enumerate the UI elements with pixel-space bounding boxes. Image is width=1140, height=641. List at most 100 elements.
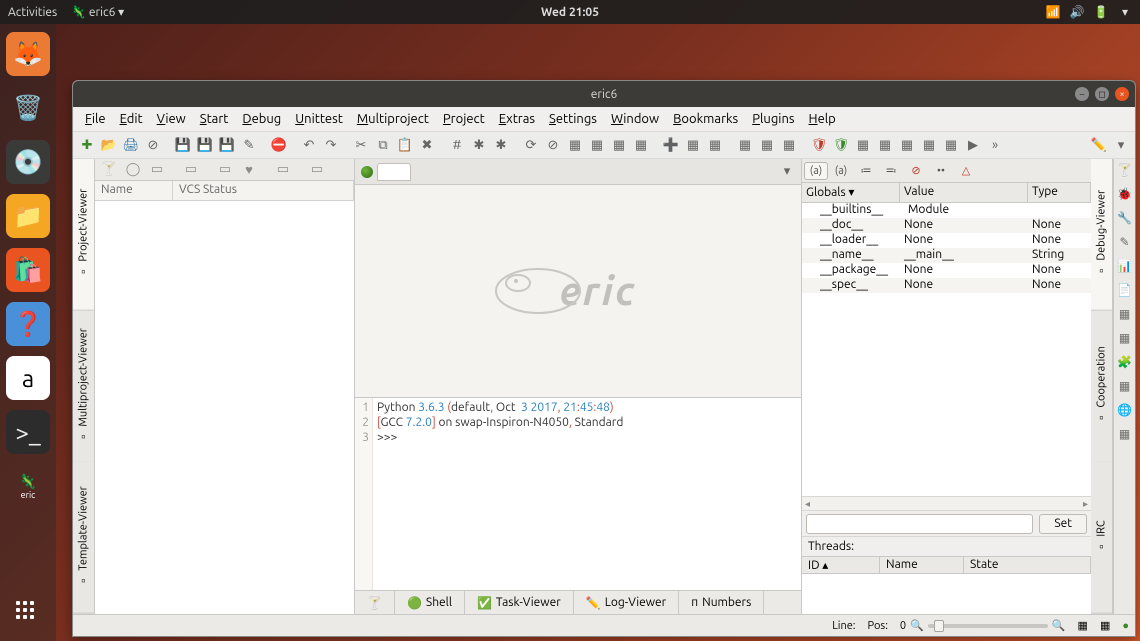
volume-icon[interactable]: 🔊 bbox=[1070, 5, 1084, 19]
zoom-control[interactable]: 0 🔍 🔍 bbox=[900, 619, 1066, 632]
dock-software[interactable]: 🛍️ bbox=[6, 248, 50, 292]
close-file-icon[interactable]: ⊘ bbox=[143, 135, 163, 155]
menu-multiproject[interactable]: Multiproject bbox=[351, 110, 435, 128]
var-row[interactable]: __loader__NoneNone bbox=[802, 233, 1091, 248]
threads-table[interactable] bbox=[802, 574, 1091, 614]
editor-area[interactable]: eric bbox=[355, 185, 801, 398]
threads-header[interactable]: ID ▴ Name State bbox=[802, 556, 1091, 574]
dock-terminal[interactable]: >_ bbox=[6, 410, 50, 454]
rc-pencil-icon[interactable]: ✎ bbox=[1117, 234, 1133, 250]
rc-x1-icon[interactable]: ▦ bbox=[1117, 306, 1133, 322]
vtab-project-viewer[interactable]: ▫Project-Viewer bbox=[73, 159, 94, 311]
wifi-icon[interactable]: 📶 bbox=[1046, 5, 1060, 19]
pv-x3-icon[interactable]: ♥ bbox=[239, 160, 259, 180]
bug1-icon[interactable]: ✱ bbox=[469, 135, 489, 155]
filter-icon[interactable]: 🍸 bbox=[99, 160, 119, 180]
menu-edit[interactable]: Edit bbox=[114, 110, 149, 128]
e5-icon[interactable]: ▦ bbox=[941, 135, 961, 155]
dock-firefox[interactable]: 🦊 bbox=[6, 32, 50, 76]
variables-header[interactable]: Globals ▾ Value Type bbox=[802, 183, 1091, 203]
redo-icon[interactable]: ↷ bbox=[321, 135, 341, 155]
zoom-out-icon[interactable]: 🔍 bbox=[910, 619, 924, 632]
power-icon[interactable]: ▾ bbox=[1118, 5, 1132, 19]
vtab-cooperation[interactable]: ▫Cooperation bbox=[1091, 311, 1112, 463]
vtab-template-viewer[interactable]: ▫Template-Viewer bbox=[73, 462, 94, 614]
rv-globals-icon[interactable]: (a) bbox=[804, 162, 828, 180]
pv-ball-icon[interactable]: ◯ bbox=[123, 160, 143, 180]
more-icon[interactable]: » bbox=[985, 135, 1005, 155]
savecopy-icon[interactable]: 💾 bbox=[217, 135, 237, 155]
rc-chart-icon[interactable]: 📊 bbox=[1117, 258, 1133, 274]
project-columns[interactable]: Name VCS Status bbox=[95, 181, 354, 201]
close-button[interactable]: × bbox=[1115, 87, 1129, 101]
menu-view[interactable]: View bbox=[151, 110, 192, 128]
d1-icon[interactable]: ▦ bbox=[735, 135, 755, 155]
maximize-button[interactable]: ◻ bbox=[1095, 87, 1109, 101]
variables-table[interactable]: __builtins__Module__doc__NoneNone__loade… bbox=[802, 203, 1091, 496]
pv-x1-icon[interactable]: ▭ bbox=[181, 160, 201, 180]
t2-icon[interactable]: ▦ bbox=[587, 135, 607, 155]
show-apps-icon[interactable] bbox=[16, 601, 40, 625]
var-row[interactable]: __package__NoneNone bbox=[802, 263, 1091, 278]
project-tree[interactable] bbox=[95, 201, 354, 614]
d3-icon[interactable]: ▦ bbox=[779, 135, 799, 155]
dock-amazon[interactable]: a bbox=[6, 356, 50, 400]
refresh-icon[interactable]: ⟳ bbox=[521, 135, 541, 155]
var-row[interactable]: __name____main__String bbox=[802, 248, 1091, 263]
menu-settings[interactable]: Settings bbox=[543, 110, 603, 128]
e4-icon[interactable]: ▦ bbox=[919, 135, 939, 155]
variables-hscroll[interactable]: ◂▸ bbox=[802, 496, 1091, 510]
delete-icon[interactable]: ✖ bbox=[417, 135, 437, 155]
shell-panel[interactable]: 123 Python 3.6.3 (default, Oct 3 2017, 2… bbox=[355, 398, 801, 590]
activities-button[interactable]: Activities bbox=[8, 6, 57, 19]
editor-empty-tab[interactable] bbox=[377, 163, 411, 181]
chevron-down-icon[interactable]: ▾ bbox=[1111, 135, 1131, 155]
rv-locals-icon[interactable]: (a) bbox=[829, 162, 853, 180]
vtab-multiproject-viewer[interactable]: ▫Multiproject-Viewer bbox=[73, 311, 94, 463]
add-icon[interactable]: ➕ bbox=[661, 135, 681, 155]
e1-icon[interactable]: ▦ bbox=[853, 135, 873, 155]
variable-filter-input[interactable] bbox=[806, 514, 1033, 534]
set-filter-button[interactable]: Set bbox=[1039, 514, 1087, 534]
menu-start[interactable]: Start bbox=[194, 110, 235, 128]
vtab-irc[interactable]: ▫IRC bbox=[1091, 462, 1112, 614]
bottom-tab-numbers[interactable]: πNumbers bbox=[679, 591, 764, 614]
t1-icon[interactable]: ▦ bbox=[565, 135, 585, 155]
run-icon[interactable]: ▶ bbox=[963, 135, 983, 155]
pv-x5-icon[interactable]: ▭ bbox=[307, 160, 327, 180]
dock-rhythmbox[interactable]: 💿 bbox=[6, 140, 50, 184]
pv-x4-icon[interactable]: ▭ bbox=[273, 160, 293, 180]
bottom-tab-🍸[interactable]: 🍸 bbox=[355, 591, 395, 614]
rc-bug-icon[interactable]: 🐞 bbox=[1117, 186, 1133, 202]
e3-icon[interactable]: ▦ bbox=[897, 135, 917, 155]
pencil-icon[interactable]: ✏️ bbox=[1089, 135, 1109, 155]
new-icon[interactable]: ✚ bbox=[77, 135, 97, 155]
rv-error-icon[interactable]: ⊘ bbox=[904, 162, 928, 180]
d2-icon[interactable]: ▦ bbox=[757, 135, 777, 155]
menu-file[interactable]: File bbox=[79, 110, 112, 128]
editor-dropdown-icon[interactable]: ▾ bbox=[777, 162, 797, 182]
save-icon[interactable]: 💾 bbox=[173, 135, 193, 155]
pv-x2-icon[interactable]: ▭ bbox=[215, 160, 235, 180]
shell-text[interactable]: Python 3.6.3 (default, Oct 3 2017, 21:45… bbox=[373, 398, 627, 590]
t4-icon[interactable]: ▦ bbox=[631, 135, 651, 155]
menu-extras[interactable]: Extras bbox=[493, 110, 541, 128]
rc-x4-icon[interactable]: ▦ bbox=[1117, 426, 1133, 442]
bug2-icon[interactable]: ✱ bbox=[491, 135, 511, 155]
p1-icon[interactable]: ▦ bbox=[683, 135, 703, 155]
rc-x3-icon[interactable]: ▦ bbox=[1117, 378, 1133, 394]
status-i1-icon[interactable]: ▦ bbox=[1078, 619, 1088, 632]
cut-icon[interactable]: ✂ bbox=[351, 135, 371, 155]
rc-puzzle-icon[interactable]: 🧩 bbox=[1117, 354, 1133, 370]
var-row[interactable]: __doc__NoneNone bbox=[802, 218, 1091, 233]
t3-icon[interactable]: ▦ bbox=[609, 135, 629, 155]
app-menu[interactable]: 🦎 eric6 ▾ bbox=[71, 5, 124, 19]
undo-icon[interactable]: ↶ bbox=[299, 135, 319, 155]
comment-icon[interactable]: # bbox=[447, 135, 467, 155]
bottom-tab-shell[interactable]: 🟢Shell bbox=[395, 591, 465, 614]
dock-eric[interactable]: 🦎eric bbox=[6, 464, 50, 508]
titlebar[interactable]: eric6 – ◻ × bbox=[73, 81, 1135, 107]
rc-globe-icon[interactable]: 🌐 bbox=[1117, 402, 1133, 418]
rv-dots-icon[interactable]: •• bbox=[929, 162, 953, 180]
menu-project[interactable]: Project bbox=[437, 110, 491, 128]
